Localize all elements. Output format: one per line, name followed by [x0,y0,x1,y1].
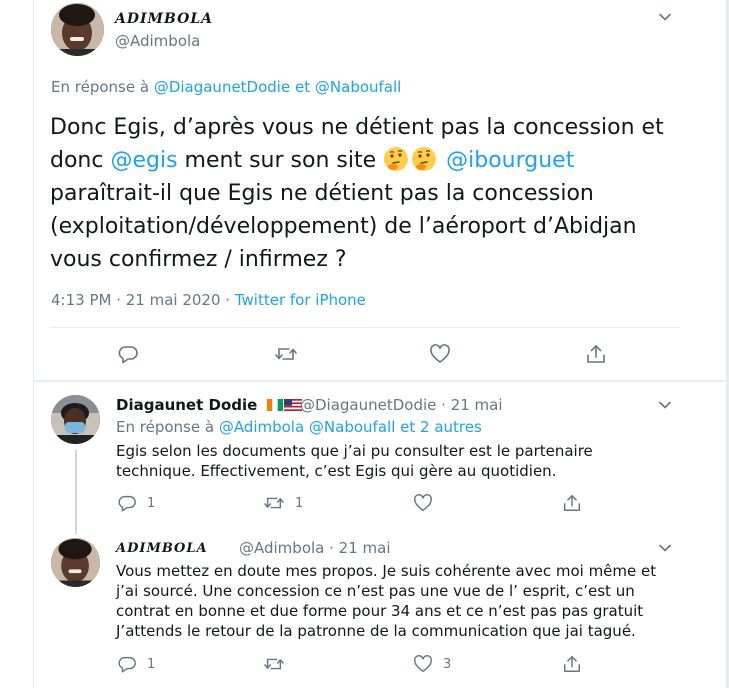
mention-link[interactable]: @egis [110,148,177,173]
reply-prefix: En réponse à [116,418,215,436]
tweet-line: donc @egis ment sur son site @ibourguet [50,144,690,177]
user-handle[interactable]: @DiagaunetDodie · 21 mai [300,396,503,414]
like-button[interactable]: 3 [413,654,451,674]
retweet-icon [275,348,297,360]
tweet-source[interactable]: Twitter for iPhone [235,291,366,309]
reply-sep: et [295,78,311,96]
display-name[interactable]: ADIMBOLA [115,11,213,27]
user-handle[interactable]: @Adimbola · 21 mai [239,539,391,557]
like-icon [414,655,432,672]
share-button[interactable] [585,343,607,365]
divider [50,327,680,328]
display-name[interactable]: ADIMBOLA [116,541,208,556]
mention-link[interactable]: @Naboufall [315,78,401,96]
like-count: 3 [443,656,452,672]
avatar[interactable] [51,395,100,444]
like-icon [430,344,450,363]
avatar[interactable] [51,3,104,56]
like-icon [414,494,432,511]
retweet-count: 1 [295,495,304,511]
tweet-timestamp[interactable]: 4:13 PM · 21 mai 2020 · [51,291,230,309]
user-handle[interactable]: @Adimbola [115,32,200,50]
divider [33,380,727,382]
retweet-button[interactable] [263,654,295,674]
reply-button[interactable]: 1 [117,493,155,513]
reply-icon [118,346,138,364]
retweet-button[interactable] [274,343,298,365]
reply-button[interactable] [117,343,139,365]
chevron-down-icon[interactable] [657,540,673,556]
reply-prefix: En réponse à [51,78,150,96]
mention-link[interactable]: @Adimbola @Naboufall et 2 autres [219,418,482,436]
display-name-text: Diagaunet Dodie [116,396,258,414]
reply-icon [118,656,136,673]
share-button[interactable] [562,654,582,674]
chevron-down-icon[interactable] [657,9,673,25]
text-fragment: donc [50,148,104,173]
like-button[interactable] [429,343,451,365]
share-button[interactable] [562,493,582,513]
retweet-icon [264,497,284,509]
reply-button[interactable]: 1 [117,654,155,674]
reply-count: 1 [147,656,156,672]
reply-icon [118,495,136,512]
thinking-face-icon [383,146,409,172]
reply-context: En réponse à @Adimbola @Naboufall et 2 a… [116,418,482,436]
reply-text: Egis selon les documents que j’ai pu con… [116,442,593,480]
chevron-down-icon[interactable] [657,397,673,413]
tweet-line: (exploitation/développement) de l’aéropo… [50,214,637,239]
tweet-line: Donc Egis, d’après vous ne détient pas l… [50,115,664,140]
tweet-line: paraîtrait-il que Egis ne détient pas la… [50,181,594,206]
tweet-line: vous confirmez / infirmez ? [50,247,347,272]
share-icon [564,656,580,672]
retweet-button[interactable]: 1 [263,493,303,513]
share-icon [564,495,580,511]
usa-flag-icon [283,397,302,411]
cote-divoire-flag-icon [266,397,283,411]
tweet-meta: 4:13 PM · 21 mai 2020 · Twitter for iPho… [51,291,366,309]
like-button[interactable] [413,493,443,513]
mention-link[interactable]: @ibourguet [446,148,574,173]
share-icon [587,345,605,363]
avatar[interactable] [51,538,100,587]
display-name[interactable]: Diagaunet Dodie [116,396,302,414]
thinking-face-icon [411,146,437,172]
reply-count: 1 [147,495,156,511]
tweet-text: Donc Egis, d’après vous ne détient pas l… [50,111,690,276]
mention-link[interactable]: @DiagaunetDodie [154,78,290,96]
reply-text: Vous mettez en doute mes propos. Je suis… [116,562,657,640]
text-fragment: ment sur son site [184,148,377,173]
retweet-icon [264,658,284,670]
thread-line [75,450,77,534]
reply-context: En réponse à @DiagaunetDodie et @Naboufa… [51,78,401,96]
